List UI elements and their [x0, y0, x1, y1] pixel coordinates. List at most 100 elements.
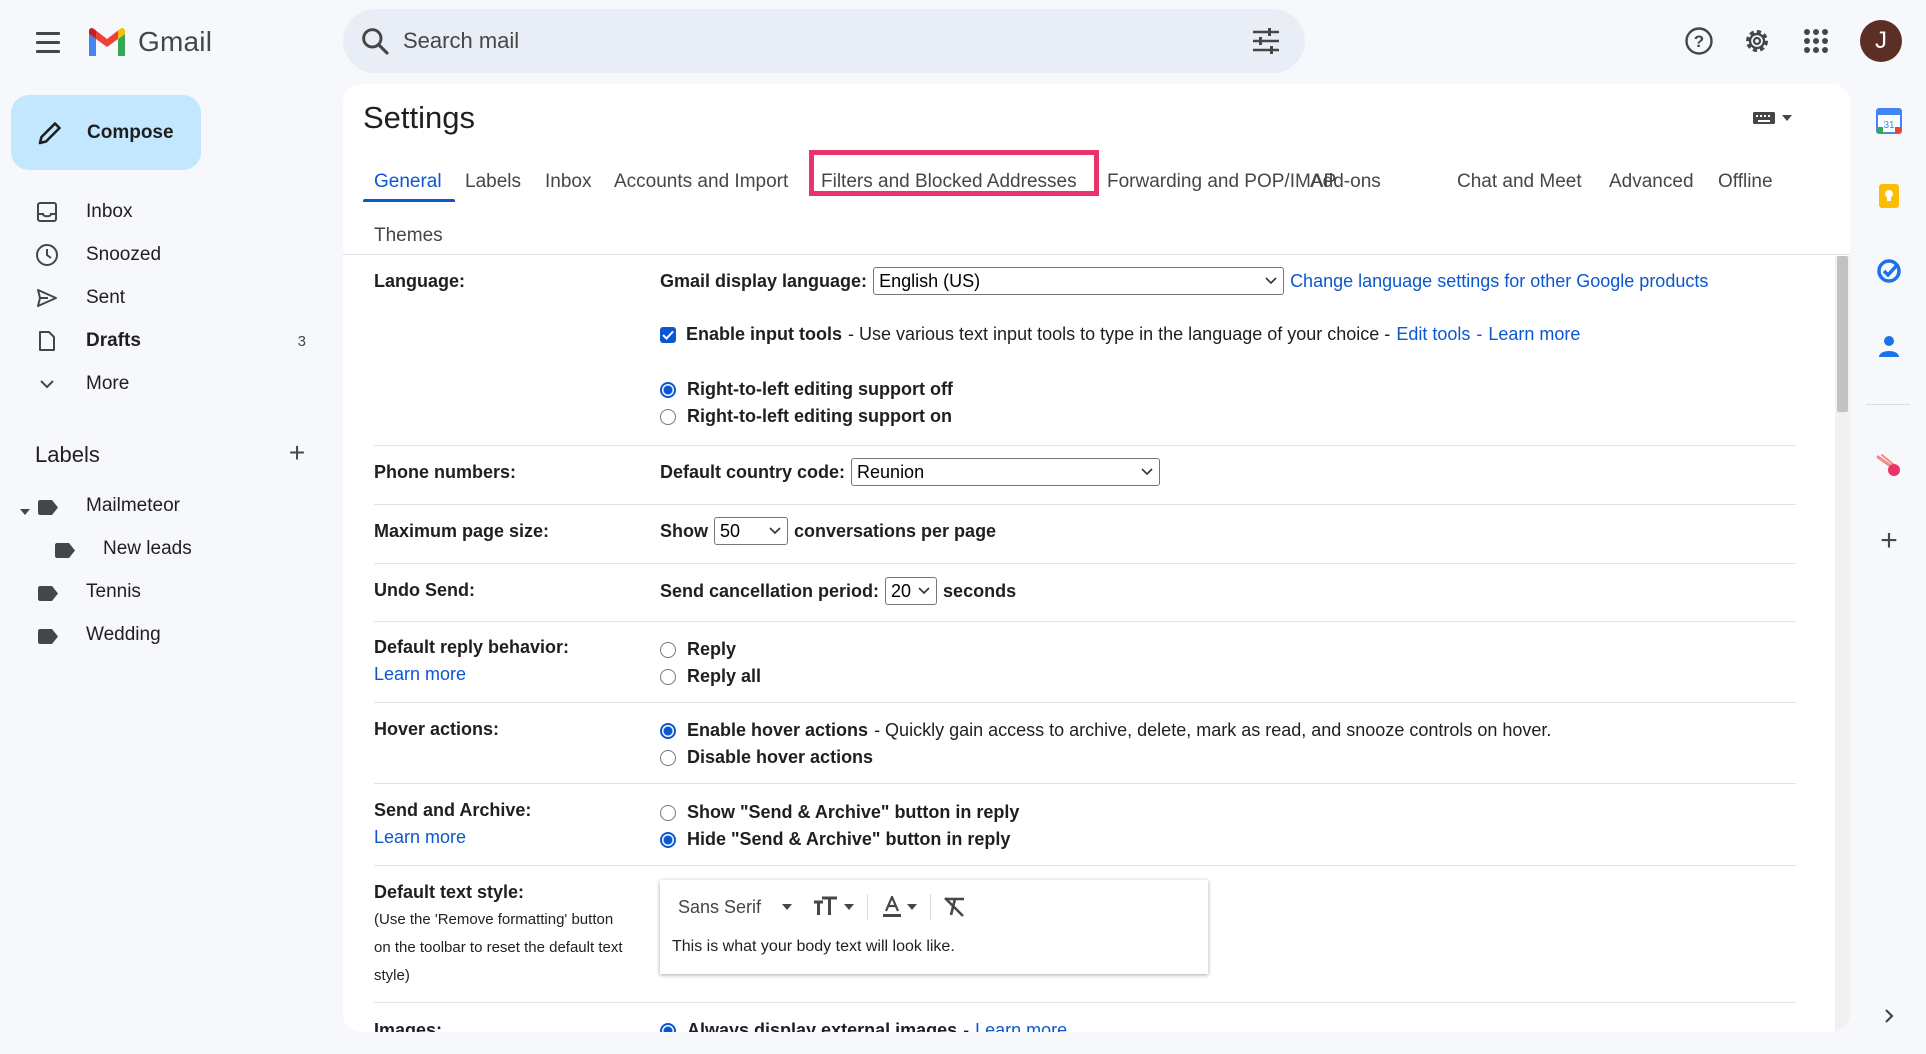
tab-advanced[interactable]: Advanced	[1609, 162, 1694, 202]
send-archive-learn-more-link[interactable]: Learn more	[374, 827, 466, 848]
tasks-icon[interactable]	[1873, 255, 1905, 287]
clock-icon	[34, 242, 60, 268]
reply-option[interactable]: Reply	[660, 639, 736, 660]
radio-unselected[interactable]	[660, 408, 676, 425]
divider	[374, 1002, 1796, 1003]
option-label: Reply all	[687, 666, 762, 686]
display-language-select[interactable]: English (US)	[873, 267, 1285, 295]
sidebar-item-more[interactable]: More	[0, 363, 320, 405]
text-color-icon[interactable]	[882, 896, 902, 918]
country-code-row: Default country code: Reunion	[660, 458, 1161, 486]
country-code-select[interactable]: Reunion	[851, 458, 1161, 486]
chevron-down-icon	[918, 587, 930, 595]
contacts-icon[interactable]	[1873, 330, 1905, 362]
caret-down-icon[interactable]	[781, 903, 793, 911]
sidebar-item-sent[interactable]: Sent	[0, 277, 320, 319]
label-item-mailmeteor[interactable]: Mailmeteor	[0, 485, 320, 527]
tab-offline[interactable]: Offline	[1718, 162, 1773, 202]
mailmeteor-icon[interactable]	[1873, 450, 1905, 482]
label-item-tennis[interactable]: Tennis	[0, 571, 320, 613]
phone-numbers-label: Phone numbers:	[374, 462, 517, 482]
cancellation-period-select[interactable]: 20	[885, 577, 938, 605]
label-name: Wedding	[86, 624, 161, 645]
tab-general[interactable]: General	[374, 162, 442, 202]
radio-selected[interactable]	[660, 381, 676, 398]
scrollbar-thumb[interactable]	[1837, 256, 1848, 412]
active-tab-indicator	[363, 199, 455, 202]
label-name: New leads	[103, 538, 192, 559]
always-display-images-option[interactable]: Always display external images - Learn m…	[660, 1020, 1067, 1032]
calendar-icon[interactable]: 31	[1873, 105, 1905, 137]
tab-forwarding-and-pop-imap[interactable]: Forwarding and POP/IMAP	[1107, 162, 1336, 202]
chevron-right-icon[interactable]	[1873, 1000, 1905, 1032]
search-icon[interactable]	[359, 25, 391, 57]
sidebar-item-drafts[interactable]: Drafts 3	[0, 320, 320, 362]
radio-selected[interactable]	[660, 831, 676, 848]
keyboard-icon[interactable]	[1752, 106, 1798, 130]
tab-themes[interactable]: Themes	[374, 216, 443, 256]
caret-down-icon[interactable]	[906, 903, 918, 911]
keep-icon[interactable]	[1873, 180, 1905, 212]
option-label: Disable hover actions	[687, 747, 874, 767]
help-icon[interactable]: ?	[1682, 24, 1716, 58]
page-size-select[interactable]: 50	[714, 517, 788, 545]
remove-formatting-icon[interactable]	[943, 896, 967, 918]
disable-hover-option[interactable]: Disable hover actions	[660, 747, 873, 768]
radio-unselected[interactable]	[660, 641, 676, 658]
sidebar-item-inbox[interactable]: Inbox	[0, 191, 320, 233]
undo-send-label: Undo Send:	[374, 580, 475, 600]
reply-all-option[interactable]: Reply all	[660, 666, 761, 687]
radio-unselected[interactable]	[660, 804, 676, 821]
compose-label: Compose	[87, 121, 174, 143]
option-label: Right-to-left editing support on	[687, 406, 952, 426]
radio-selected[interactable]	[660, 722, 676, 739]
radio-selected[interactable]	[660, 1022, 676, 1032]
caret-down-icon[interactable]	[19, 500, 31, 522]
apps-icon[interactable]	[1799, 24, 1833, 58]
tab-chat-and-meet[interactable]: Chat and Meet	[1457, 162, 1582, 202]
menu-icon[interactable]	[28, 28, 68, 56]
change-language-link[interactable]: Change language settings for other Googl…	[1290, 271, 1708, 292]
font-size-icon[interactable]	[813, 896, 839, 918]
search-input[interactable]: Search mail	[403, 28, 519, 54]
tab-accounts-and-import[interactable]: Accounts and Import	[614, 162, 788, 202]
option-label: Always display external images	[687, 1020, 958, 1032]
tab-labels[interactable]: Labels	[465, 162, 521, 202]
radio-unselected[interactable]	[660, 749, 676, 766]
enable-input-tools-checkbox[interactable]	[660, 326, 676, 343]
add-addon-icon[interactable]: +	[1873, 524, 1905, 557]
rtl-on-option[interactable]: Right-to-left editing support on	[660, 406, 952, 427]
tune-icon[interactable]	[1251, 27, 1281, 55]
gear-icon[interactable]	[1740, 24, 1774, 58]
search-bar[interactable]: Search mail	[343, 9, 1305, 73]
tab-add-ons[interactable]: Add-ons	[1310, 162, 1381, 202]
label-item-new-leads[interactable]: New leads	[0, 528, 320, 570]
add-label-icon[interactable]: +	[284, 439, 310, 467]
default-text-style-label: Default text style:	[374, 882, 525, 902]
country-code-label: Default country code:	[660, 461, 846, 482]
chevron-down-icon	[1265, 277, 1277, 285]
gmail-logo[interactable]: Gmail	[86, 22, 212, 62]
compose-button[interactable]: Compose	[11, 95, 201, 170]
avatar[interactable]: J	[1860, 20, 1902, 62]
enable-hover-option[interactable]: Enable hover actions - Quickly gain acce…	[660, 720, 1551, 741]
display-language-label: Gmail display language:	[660, 270, 868, 291]
show-send-archive-option[interactable]: Show "Send & Archive" button in reply	[660, 802, 1019, 823]
sidebar-item-snoozed[interactable]: Snoozed	[0, 234, 320, 276]
radio-unselected[interactable]	[660, 668, 676, 685]
rtl-off-option[interactable]: Right-to-left editing support off	[660, 379, 953, 400]
reply-learn-more-link[interactable]: Learn more	[374, 664, 466, 685]
learn-more-link[interactable]: Learn more	[1488, 324, 1580, 345]
settings-panel: Settings General Labels Inbox Accounts a…	[343, 84, 1850, 1032]
select-value: English (US)	[879, 270, 981, 291]
hide-send-archive-option[interactable]: Hide "Send & Archive" button in reply	[660, 829, 1010, 850]
option-desc: - Quickly gain access to archive, delete…	[874, 720, 1552, 740]
images-learn-more-link[interactable]: Learn more	[975, 1020, 1067, 1032]
edit-tools-link[interactable]: Edit tools	[1396, 324, 1470, 345]
label-item-wedding[interactable]: Wedding	[0, 614, 320, 656]
caret-down-icon[interactable]	[843, 903, 855, 911]
tab-inbox[interactable]: Inbox	[545, 162, 591, 202]
caret-down-icon[interactable]	[1782, 115, 1792, 121]
default-reply-label: Default reply behavior:	[374, 637, 570, 657]
font-select[interactable]: Sans Serif	[678, 897, 761, 918]
